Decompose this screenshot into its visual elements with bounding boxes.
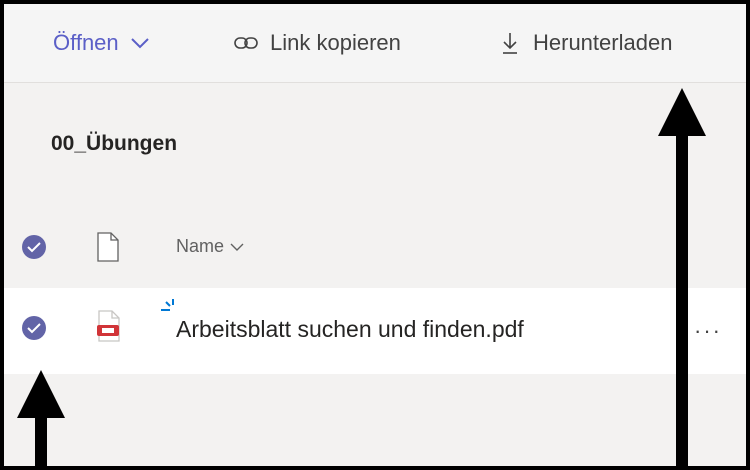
file-name-link[interactable]: Arbeitsblatt suchen und finden.pdf [176,316,524,343]
copy-link-button[interactable]: Link kopieren [234,28,401,58]
folder-title: 00_Übungen [51,132,178,155]
download-icon [501,31,519,55]
open-label: Öffnen [53,30,119,55]
list-header: Name [4,226,746,274]
chevron-down-icon [230,236,244,257]
chevron-down-icon [130,37,149,49]
select-all-checkbox[interactable] [22,235,46,259]
annotation-arrow-up-icon [17,370,65,466]
open-button[interactable]: Öffnen [53,28,149,58]
row-checkbox[interactable] [22,316,46,340]
name-column-label: Name [176,236,225,256]
command-bar: Öffnen Link kopieren Herunterladen [4,4,746,83]
link-icon [234,35,258,51]
pdf-file-icon [96,310,122,347]
download-label: Herunterladen [533,30,673,55]
files-panel: Öffnen Link kopieren Herunterladen 00_Üb… [4,4,746,466]
file-type-icon [96,232,120,267]
download-button[interactable]: Herunterladen [501,28,672,58]
copy-link-label: Link kopieren [270,30,401,55]
name-column-header[interactable]: Name [176,236,244,257]
annotation-arrow-up-icon [658,88,706,466]
table-row[interactable]: Arbeitsblatt suchen und finden.pdf ··· [4,288,746,374]
sync-indicator-icon [160,298,176,317]
